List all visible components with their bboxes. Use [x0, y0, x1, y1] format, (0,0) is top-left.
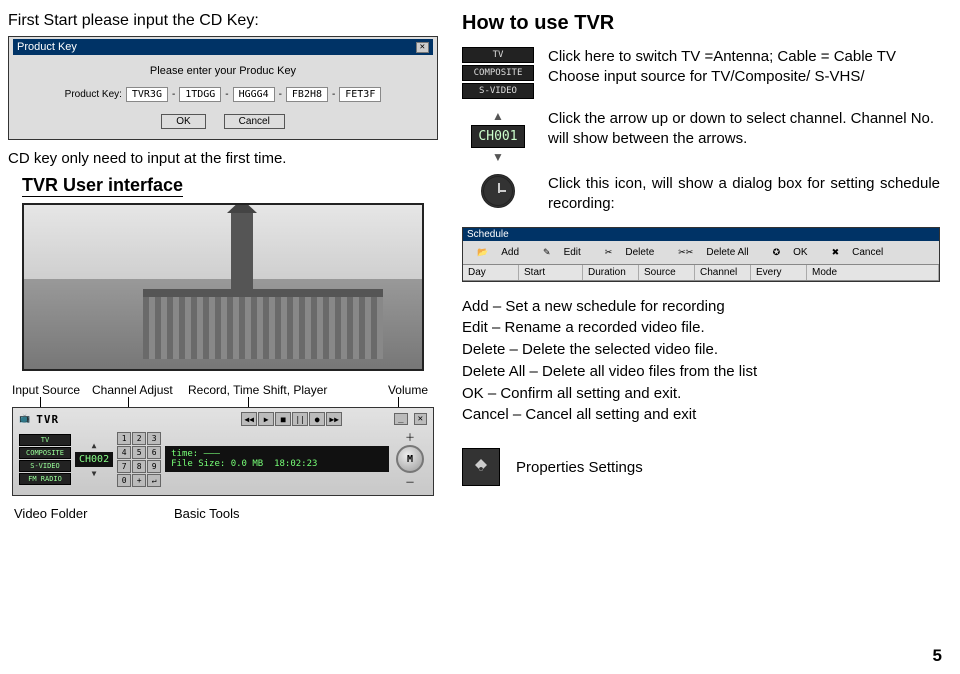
- src-composite-label: COMPOSITE: [462, 65, 534, 81]
- vol-up-icon[interactable]: ＋: [405, 429, 415, 444]
- def-ok: OK – Confirm all setting and exit.: [462, 383, 940, 405]
- src-composite[interactable]: COMPOSITE: [19, 447, 71, 459]
- schedule-dialog: Schedule 📂Add ✎Edit ✂Delete ✂✂Delete All…: [462, 227, 940, 282]
- schedule-title: Schedule: [463, 228, 939, 241]
- page-number: 5: [933, 646, 942, 666]
- def-delete: Delete – Delete the selected video file.: [462, 339, 940, 361]
- clock-icon: [481, 174, 515, 208]
- channel-text: Click the arrow up or down to select cha…: [548, 109, 940, 150]
- label-basic-tools: Basic Tools: [174, 506, 428, 521]
- properties-text: Properties Settings: [516, 459, 643, 476]
- folder-icon: 📂: [472, 246, 493, 259]
- label-volume: Volume: [378, 383, 428, 397]
- tvr-interface-heading: TVR User interface: [22, 175, 183, 197]
- cd-key-note: CD key only need to input at the first t…: [8, 150, 438, 167]
- key-seg-2[interactable]: [179, 87, 221, 102]
- sched-add[interactable]: 📂Add: [467, 245, 529, 260]
- clock-text: Click this icon, will show a dialog box …: [548, 174, 940, 215]
- volume-dial[interactable]: M: [396, 445, 424, 473]
- numpad[interactable]: 123 456 789 0+↵: [117, 432, 161, 487]
- close-icon[interactable]: ✕: [416, 42, 429, 53]
- properties-icon: [462, 448, 500, 486]
- label-input-source: Input Source: [12, 383, 82, 397]
- window-min-icon[interactable]: _: [394, 413, 407, 425]
- def-add: Add – Set a new schedule for recording: [462, 296, 940, 318]
- cancel-icon: ✖: [827, 246, 845, 259]
- src-svideo-label: S-VIDEO: [462, 83, 534, 99]
- vol-down-icon[interactable]: －: [405, 474, 415, 489]
- transport-4[interactable]: ||: [292, 412, 308, 426]
- key-seg-4[interactable]: [286, 87, 328, 102]
- def-delete-all: Delete All – Delete all video files from…: [462, 361, 940, 383]
- channel-display: CH002: [75, 452, 113, 467]
- dialog-prompt: Please enter your Produc Key: [21, 65, 425, 77]
- sched-ok[interactable]: ✪OK: [763, 245, 818, 260]
- double-scissors-icon: ✂✂: [673, 246, 698, 259]
- col-day: Day: [463, 265, 519, 280]
- lcd-display: time: ——— File Size: 0.0 MB 18:02:23: [165, 446, 389, 472]
- src-svideo[interactable]: S-VIDEO: [19, 460, 71, 472]
- tvr-player: 📺 TVR ◀◀ ▶ ■ || ● ▶▶ _ ✕ TV COMPOSITE: [12, 407, 434, 496]
- player-brand: TVR: [36, 413, 59, 426]
- col-every: Every: [751, 265, 807, 280]
- transport-3[interactable]: ■: [275, 412, 291, 426]
- intro-text: First Start please input the CD Key:: [8, 12, 438, 30]
- transport-6[interactable]: ▶▶: [326, 412, 342, 426]
- col-mode: Mode: [807, 265, 939, 280]
- scissors-icon: ✂: [600, 246, 618, 259]
- label-video-folder: Video Folder: [14, 506, 174, 521]
- label-record: Record, Time Shift, Player: [188, 383, 368, 397]
- sched-cancel[interactable]: ✖Cancel: [822, 245, 894, 260]
- src-tv[interactable]: TV: [19, 434, 71, 446]
- source-text: Click here to switch TV =Antenna; Cable …: [548, 47, 896, 88]
- transport-5[interactable]: ●: [309, 412, 325, 426]
- col-duration: Duration: [583, 265, 639, 280]
- src-tv-label: TV: [462, 47, 534, 63]
- arrow-up-icon: ▲: [492, 109, 504, 123]
- cancel-button[interactable]: Cancel: [224, 114, 285, 129]
- src-fmradio[interactable]: FM RADIO: [19, 473, 71, 485]
- ok-button[interactable]: OK: [161, 114, 205, 129]
- key-seg-1[interactable]: [126, 87, 168, 102]
- key-seg-3[interactable]: [233, 87, 275, 102]
- product-key-dialog: Product Key ✕ Please enter your Produc K…: [8, 36, 438, 140]
- label-channel-adjust: Channel Adjust: [92, 383, 178, 397]
- sched-delete[interactable]: ✂Delete: [595, 245, 664, 260]
- sched-delete-all[interactable]: ✂✂Delete All: [668, 245, 758, 260]
- def-cancel: Cancel – Cancel all setting and exit: [462, 404, 940, 426]
- key-seg-5[interactable]: [339, 87, 381, 102]
- col-start: Start: [519, 265, 583, 280]
- transport-1[interactable]: ◀◀: [241, 412, 257, 426]
- source-selector-image: TV COMPOSITE S-VIDEO: [462, 47, 534, 99]
- arrow-down-icon: ▼: [492, 150, 504, 164]
- sched-edit[interactable]: ✎Edit: [533, 245, 591, 260]
- how-to-heading: How to use TVR: [462, 12, 940, 35]
- definitions-list: Add – Set a new schedule for recording E…: [462, 296, 940, 427]
- col-channel: Channel: [695, 265, 751, 280]
- player-logo-icon: 📺: [19, 414, 30, 424]
- def-edit: Edit – Rename a recorded video file.: [462, 317, 940, 339]
- product-key-label: Product Key:: [65, 89, 122, 100]
- pencil-icon: ✎: [538, 246, 556, 259]
- channel-selector-image: ▲ CH001 ▼: [462, 109, 534, 164]
- ch-display: CH001: [471, 125, 524, 148]
- ok-icon: ✪: [768, 246, 786, 259]
- window-close-icon[interactable]: ✕: [414, 413, 427, 425]
- col-source: Source: [639, 265, 695, 280]
- dialog-title: Product Key: [17, 41, 77, 53]
- video-preview-image: [22, 203, 424, 371]
- transport-2[interactable]: ▶: [258, 412, 274, 426]
